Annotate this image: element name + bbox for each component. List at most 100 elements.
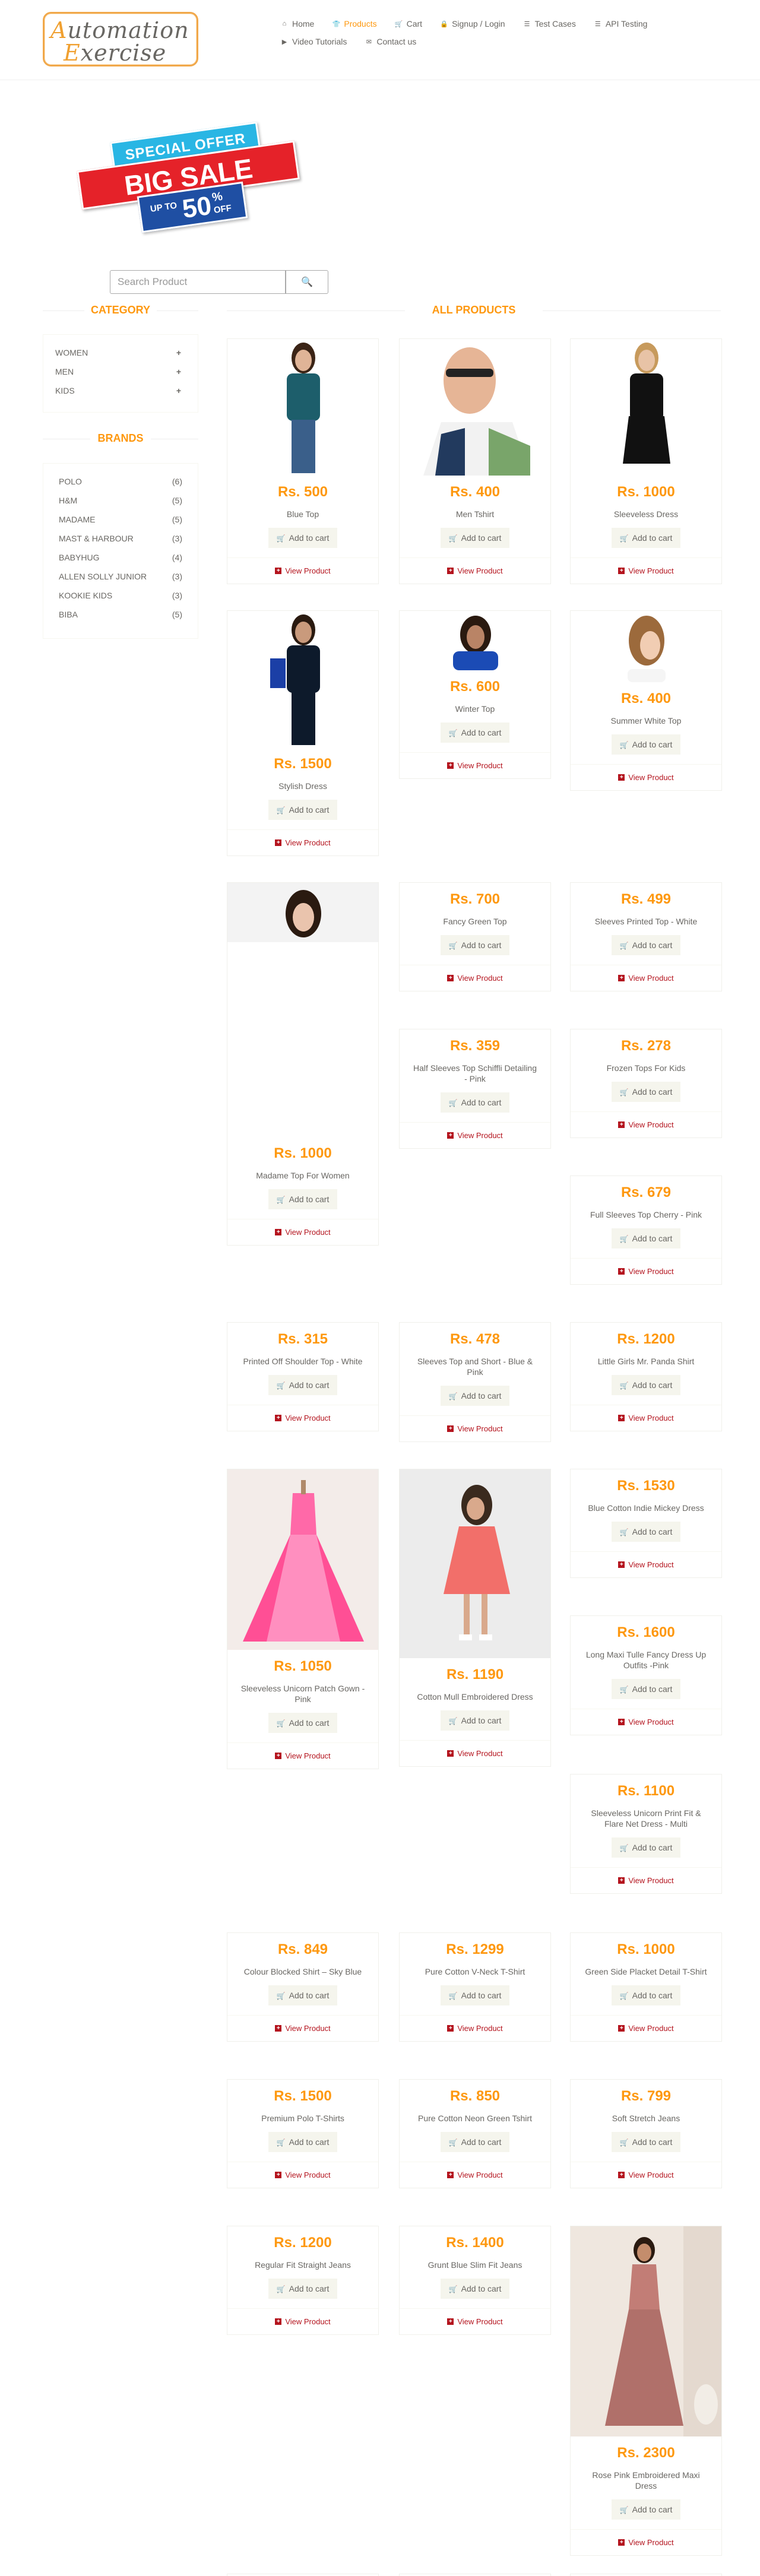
brand-item[interactable]: Kookie Kids (3) (53, 586, 188, 605)
add-to-cart-button[interactable]: 🛒 Add to cart (268, 800, 338, 820)
add-to-cart-button[interactable]: 🛒 Add to cart (268, 1985, 338, 2005)
view-product-label: View Product (628, 1560, 674, 1569)
nav-products[interactable]: 👕 Products (332, 19, 377, 28)
add-to-cart-button[interactable]: 🛒 Add to cart (611, 935, 681, 955)
category-men[interactable]: Men + (53, 362, 188, 381)
product-name: Summer White Top (610, 716, 682, 725)
add-to-cart-button[interactable]: 🛒 Add to cart (611, 1837, 681, 1858)
add-to-cart-button[interactable]: 🛒 Add to cart (440, 1710, 510, 1731)
add-to-cart-button[interactable]: 🛒 Add to cart (268, 1713, 338, 1733)
view-product-link[interactable]: + View Product (571, 2015, 721, 2041)
view-product-link[interactable]: + View Product (227, 557, 378, 584)
add-to-cart-label: Add to cart (632, 940, 673, 950)
nav-video-tutorials[interactable]: ▶ Video Tutorials (280, 37, 347, 46)
add-to-cart-button[interactable]: 🛒 Add to cart (440, 1092, 510, 1113)
add-to-cart-button[interactable]: 🛒 Add to cart (268, 2279, 338, 2299)
search-button[interactable]: 🔍 (286, 270, 328, 294)
view-product-link[interactable]: + View Product (227, 1219, 378, 1245)
view-product-label: View Product (457, 1131, 503, 1140)
view-product-link[interactable]: + View Product (227, 2308, 378, 2334)
add-to-cart-button[interactable]: 🛒 Add to cart (268, 2132, 338, 2152)
view-product-link[interactable]: + View Product (400, 752, 550, 778)
add-to-cart-button[interactable]: 🛒 Add to cart (611, 734, 681, 755)
product-image (227, 611, 378, 747)
view-product-link[interactable]: + View Product (400, 2015, 550, 2041)
category-kids[interactable]: Kids + (53, 381, 188, 400)
nav-signup-login[interactable]: 🔒 Signup / Login (440, 19, 505, 28)
product-price: Rs. 600 (449, 679, 501, 695)
product-price: Rs. 2300 (617, 2445, 675, 2461)
add-to-cart-button[interactable]: 🛒 Add to cart (440, 723, 510, 743)
product-image (227, 1469, 378, 1650)
plus-icon: + (176, 367, 181, 376)
product-search: 🔍 (110, 270, 328, 294)
view-product-link[interactable]: + View Product (571, 965, 721, 991)
add-to-cart-button[interactable]: 🛒 Add to cart (611, 1679, 681, 1699)
search-input[interactable] (110, 270, 286, 294)
nav-home[interactable]: ⌂ Home (280, 19, 315, 28)
product-name: Sleeveless Unicorn Print Fit & Flare Net… (591, 1808, 701, 1829)
nav-contact-us[interactable]: ✉ Contact us (365, 37, 417, 46)
plus-square-icon: + (447, 1425, 454, 1432)
add-to-cart-button[interactable]: 🛒 Add to cart (440, 935, 510, 955)
add-to-cart-button[interactable]: 🛒 Add to cart (440, 2279, 510, 2299)
add-to-cart-button[interactable]: 🛒 Add to cart (611, 2499, 681, 2520)
product-name: Stylish Dress (278, 781, 327, 791)
view-product-link[interactable]: + View Product (400, 1740, 550, 1766)
view-product-link[interactable]: + View Product (571, 1405, 721, 1431)
add-to-cart-button[interactable]: 🛒 Add to cart (611, 1228, 681, 1249)
brand-item[interactable]: Mast & Harbour (3) (53, 529, 188, 548)
brand-item[interactable]: Allen Solly Junior (3) (53, 567, 188, 586)
brand-item[interactable]: Polo (6) (53, 472, 188, 491)
nav-cart[interactable]: 🛒 Cart (395, 19, 422, 28)
view-product-link[interactable]: + View Product (571, 1867, 721, 1893)
add-to-cart-label: Add to cart (632, 1234, 673, 1243)
category-women[interactable]: Women + (53, 343, 188, 362)
add-to-cart-button[interactable]: 🛒 Add to cart (440, 1985, 510, 2005)
add-to-cart-button[interactable]: 🛒 Add to cart (440, 528, 510, 548)
nav-test-cases[interactable]: ☰ Test Cases (523, 19, 576, 28)
add-to-cart-button[interactable]: 🛒 Add to cart (268, 1375, 338, 1395)
add-to-cart-button[interactable]: 🛒 Add to cart (268, 1189, 338, 1209)
brand-item[interactable]: H&M (5) (53, 491, 188, 510)
add-to-cart-button[interactable]: 🛒 Add to cart (611, 1985, 681, 2005)
view-product-label: View Product (457, 2024, 503, 2033)
view-product-link[interactable]: + View Product (571, 1258, 721, 1284)
view-product-link[interactable]: + View Product (227, 1742, 378, 1769)
add-to-cart-button[interactable]: 🛒 Add to cart (611, 1522, 681, 1542)
brand-item[interactable]: Babyhug (4) (53, 548, 188, 567)
view-product-link[interactable]: + View Product (571, 1551, 721, 1577)
view-product-link[interactable]: + View Product (400, 1415, 550, 1441)
nav-api-testing[interactable]: ☰ API Testing (594, 19, 648, 28)
add-to-cart-button[interactable]: 🛒 Add to cart (611, 1082, 681, 1102)
view-product-link[interactable]: + View Product (571, 1709, 721, 1735)
view-product-link[interactable]: + View Product (227, 1405, 378, 1431)
view-product-link[interactable]: + View Product (400, 2162, 550, 2188)
view-product-link[interactable]: + View Product (400, 557, 550, 584)
add-to-cart-button[interactable]: 🛒 Add to cart (611, 2132, 681, 2152)
view-product-link[interactable]: + View Product (571, 557, 721, 584)
add-to-cart-button[interactable]: 🛒 Add to cart (611, 1375, 681, 1395)
view-product-link[interactable]: + View Product (227, 2015, 378, 2041)
view-product-link[interactable]: + View Product (400, 965, 550, 991)
view-product-link[interactable]: + View Product (227, 2162, 378, 2188)
view-product-label: View Product (285, 1751, 331, 1760)
view-product-label: View Product (457, 1424, 503, 1433)
brand-item[interactable]: Madame (5) (53, 510, 188, 529)
view-product-link[interactable]: + View Product (400, 1122, 550, 1148)
view-product-link[interactable]: + View Product (400, 2308, 550, 2334)
view-product-link[interactable]: + View Product (571, 2529, 721, 2555)
product-card: Rs. 1000 Green Side Placket Detail T-Shir… (570, 1932, 722, 2042)
view-product-link[interactable]: + View Product (571, 1111, 721, 1138)
view-product-link[interactable]: + View Product (571, 764, 721, 790)
view-product-label: View Product (628, 1414, 674, 1422)
site-logo[interactable]: Automation Exercise (43, 12, 198, 66)
add-to-cart-button[interactable]: 🛒 Add to cart (268, 528, 338, 548)
add-to-cart-button[interactable]: 🛒 Add to cart (611, 528, 681, 548)
view-product-link[interactable]: + View Product (571, 2162, 721, 2188)
view-product-link[interactable]: + View Product (227, 829, 378, 856)
brand-item[interactable]: Biba (5) (53, 605, 188, 624)
brand-count: (3) (172, 572, 182, 581)
add-to-cart-button[interactable]: 🛒 Add to cart (440, 1386, 510, 1406)
add-to-cart-button[interactable]: 🛒 Add to cart (440, 2132, 510, 2152)
